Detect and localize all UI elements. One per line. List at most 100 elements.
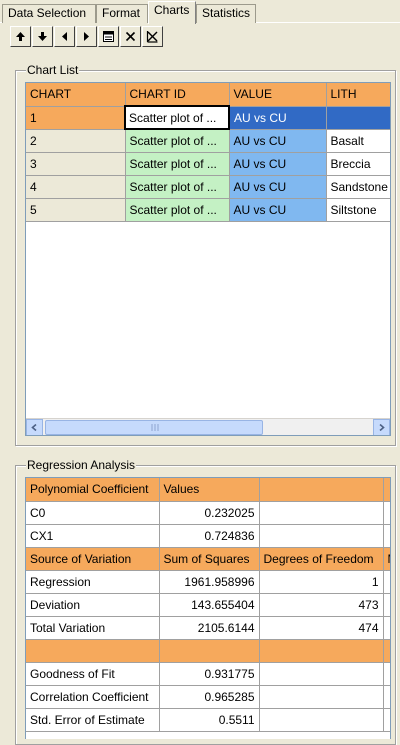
tab-data-selection[interactable]: Data Selection bbox=[2, 4, 96, 23]
move-left-button[interactable] bbox=[54, 26, 75, 47]
empty-cell bbox=[383, 616, 390, 640]
stat-value: 0.965285 bbox=[159, 685, 260, 709]
cell-chart[interactable]: 3 bbox=[26, 152, 126, 176]
variation-ss: 1961.958996 bbox=[159, 570, 260, 594]
coef-name: C0 bbox=[26, 501, 160, 525]
cell-value[interactable]: AU vs CU bbox=[229, 152, 327, 176]
grip-icon bbox=[151, 424, 159, 431]
column-header-chart[interactable]: CHART bbox=[26, 83, 126, 107]
table-row[interactable]: 1 Scatter plot of ... AU vs CU bbox=[26, 105, 390, 130]
empty-cell bbox=[259, 685, 384, 709]
table-row[interactable]: 5 Scatter plot of ... AU vs CU Siltstone bbox=[26, 198, 390, 222]
table-row: Correlation Coefficient 0.965285 bbox=[26, 685, 390, 709]
chevron-left-icon bbox=[31, 424, 37, 431]
toolbar bbox=[10, 26, 164, 48]
coef-name: CX1 bbox=[26, 524, 160, 548]
cell-value[interactable]: AU vs CU bbox=[229, 198, 327, 222]
empty-cell bbox=[383, 685, 390, 709]
arrow-right-icon bbox=[84, 32, 89, 41]
variation-source: Regression bbox=[26, 570, 160, 594]
cell-lith[interactable]: Basalt bbox=[326, 129, 390, 153]
tab-charts[interactable]: Charts bbox=[148, 1, 196, 24]
separator-cell bbox=[159, 639, 260, 663]
horizontal-scrollbar[interactable] bbox=[26, 418, 390, 435]
scroll-right-button[interactable] bbox=[373, 419, 390, 435]
header-mean-square: M bbox=[383, 547, 390, 571]
cell-lith[interactable]: Siltstone bbox=[326, 198, 390, 222]
arrow-down-icon bbox=[38, 32, 47, 41]
separator-cell bbox=[26, 639, 160, 663]
cell-value[interactable]: AU vs CU bbox=[229, 106, 327, 130]
move-down-button[interactable] bbox=[32, 26, 53, 47]
table-row: Goodness of Fit 0.931775 bbox=[26, 662, 390, 686]
cell-chart-id[interactable]: Scatter plot of ... bbox=[125, 175, 230, 199]
empty-cell bbox=[383, 708, 390, 732]
cell-chart-id[interactable]: Scatter plot of ... bbox=[125, 152, 230, 176]
delete-chart-button[interactable] bbox=[120, 26, 141, 47]
cell-lith[interactable] bbox=[326, 106, 390, 130]
tab-statistics[interactable]: Statistics bbox=[196, 4, 256, 23]
coef-value: 0.724836 bbox=[159, 524, 260, 548]
scrollbar-thumb[interactable] bbox=[45, 420, 263, 435]
table-row: CX1 0.724836 bbox=[26, 524, 390, 548]
header-empty bbox=[383, 478, 390, 502]
variation-ss: 143.655404 bbox=[159, 593, 260, 617]
move-right-button[interactable] bbox=[76, 26, 97, 47]
coef-value: 0.232025 bbox=[159, 501, 260, 525]
variation-source: Total Variation bbox=[26, 616, 160, 640]
cell-chart[interactable]: 5 bbox=[26, 198, 126, 222]
cell-lith[interactable]: Sandstone bbox=[326, 175, 390, 199]
variation-df: 473 bbox=[259, 593, 384, 617]
separator-cell bbox=[383, 639, 390, 663]
column-header-lith[interactable]: LITH bbox=[326, 83, 390, 107]
separator-cell bbox=[259, 639, 384, 663]
table-row[interactable]: 3 Scatter plot of ... AU vs CU Breccia bbox=[26, 152, 390, 176]
variation-df: 1 bbox=[259, 570, 384, 594]
header-sum-of-squares: Sum of Squares bbox=[159, 547, 260, 571]
table-row: Total Variation 2105.6144 474 bbox=[26, 616, 390, 640]
cell-chart-id[interactable]: Scatter plot of ... bbox=[124, 105, 230, 130]
header-polynomial-coefficient: Polynomial Coefficient bbox=[26, 478, 160, 502]
cell-chart-id[interactable]: Scatter plot of ... bbox=[125, 198, 230, 222]
empty-cell bbox=[383, 524, 390, 548]
cell-chart-id[interactable]: Scatter plot of ... bbox=[125, 129, 230, 153]
tab-format[interactable]: Format bbox=[96, 4, 148, 23]
chevron-right-icon bbox=[379, 424, 385, 431]
column-header-value[interactable]: VALUE bbox=[229, 83, 327, 107]
cell-chart[interactable]: 2 bbox=[26, 129, 126, 153]
table-row[interactable]: 4 Scatter plot of ... AU vs CU Sandstone bbox=[26, 175, 390, 199]
variation-ss: 2105.6144 bbox=[159, 616, 260, 640]
cell-chart[interactable]: 1 bbox=[26, 106, 126, 130]
header-values: Values bbox=[159, 478, 260, 502]
arrow-left-icon bbox=[62, 32, 67, 41]
table-row[interactable]: 2 Scatter plot of ... AU vs CU Basalt bbox=[26, 129, 390, 153]
chart-properties-icon bbox=[103, 31, 114, 42]
stat-name: Correlation Coefficient bbox=[26, 685, 160, 709]
empty-cell bbox=[383, 570, 390, 594]
scroll-left-button[interactable] bbox=[26, 419, 43, 435]
stat-name: Std. Error of Estimate bbox=[26, 708, 160, 732]
delete-icon bbox=[125, 31, 136, 42]
header-empty bbox=[259, 478, 384, 502]
stat-name: Goodness of Fit bbox=[26, 662, 160, 686]
chart-list-grid[interactable]: CHART CHART ID VALUE LITH 1 Scatter plot… bbox=[25, 82, 391, 436]
empty-cell bbox=[259, 524, 384, 548]
table-row: C0 0.232025 bbox=[26, 501, 390, 525]
empty-cell bbox=[383, 501, 390, 525]
stat-value: 0.5511 bbox=[159, 708, 260, 732]
header-degrees-of-freedom: Degrees of Freedom bbox=[259, 547, 384, 571]
table-row-separator bbox=[26, 639, 390, 663]
move-up-button[interactable] bbox=[10, 26, 31, 47]
cell-value[interactable]: AU vs CU bbox=[229, 129, 327, 153]
delete-all-charts-button[interactable] bbox=[142, 26, 163, 47]
cell-chart[interactable]: 4 bbox=[26, 175, 126, 199]
regression-grid[interactable]: Polynomial Coefficient Values C0 0.23202… bbox=[25, 477, 391, 739]
tab-bar: Data Selection Format Charts Statistics bbox=[0, 0, 400, 24]
empty-cell bbox=[259, 501, 384, 525]
cell-value[interactable]: AU vs CU bbox=[229, 175, 327, 199]
cell-lith[interactable]: Breccia bbox=[326, 152, 390, 176]
column-header-chart-id[interactable]: CHART ID bbox=[125, 83, 230, 107]
header-source-of-variation: Source of Variation bbox=[26, 547, 160, 571]
chart-properties-button[interactable] bbox=[98, 26, 119, 47]
table-row: Source of Variation Sum of Squares Degre… bbox=[26, 547, 390, 571]
